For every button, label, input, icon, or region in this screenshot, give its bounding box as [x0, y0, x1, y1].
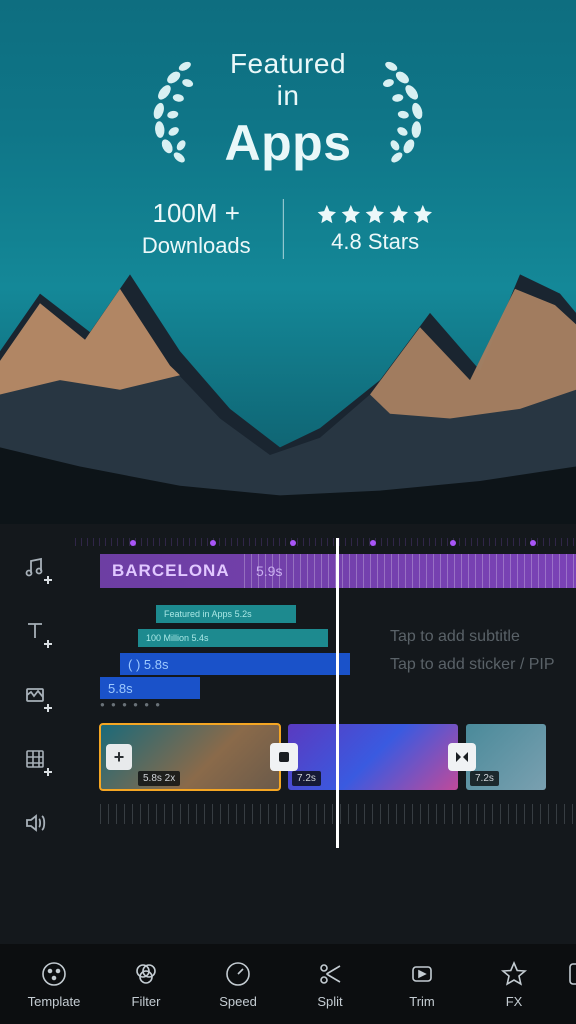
volume-button[interactable]	[20, 808, 50, 838]
more-button[interactable]: D	[560, 960, 576, 1009]
scissors-icon	[316, 960, 344, 988]
filter-button[interactable]: Filter	[100, 960, 192, 1009]
add-overlay-button[interactable]	[20, 744, 50, 774]
sticker-placeholder[interactable]: Tap to add sticker / PIP	[390, 656, 555, 674]
rating-stars	[316, 203, 434, 225]
effect-layer[interactable]: 5.8s	[100, 677, 200, 699]
add-text-button[interactable]	[20, 616, 50, 646]
more-icon	[566, 960, 576, 988]
add-music-button[interactable]	[20, 552, 50, 582]
audio-track-label: BARCELONA	[100, 561, 230, 581]
fx-button[interactable]: FX	[468, 960, 560, 1009]
audio-track-duration: 5.9s	[256, 563, 282, 579]
filter-icon	[132, 960, 160, 988]
template-icon	[40, 960, 68, 988]
laurel-left-icon	[137, 53, 202, 168]
trim-icon	[408, 960, 436, 988]
clip-badge: 5.8s 2x	[138, 771, 180, 786]
tracks-area[interactable]: BARCELONA 5.9s Featured in Apps 5.2s 100…	[70, 524, 576, 944]
template-button[interactable]: Template	[8, 960, 100, 1009]
text-layer[interactable]: Featured in Apps 5.2s	[156, 605, 296, 623]
effect-layer[interactable]: ( ) 5.8s	[120, 653, 350, 675]
speed-icon	[224, 960, 252, 988]
trim-button[interactable]: Trim	[376, 960, 468, 1009]
add-effects-button[interactable]	[20, 680, 50, 710]
text-layer[interactable]: 100 Million 5.4s	[138, 629, 328, 647]
video-preview[interactable]: Featured in Apps 100M + Downloads	[0, 0, 576, 524]
playhead[interactable]	[336, 538, 339, 848]
featured-label: Featured in	[220, 48, 357, 112]
featured-title: Apps	[220, 114, 357, 172]
star-icon	[500, 960, 528, 988]
rating-label: 4.8 Stars	[316, 229, 434, 255]
clip-badge: 7.2s	[470, 771, 499, 786]
video-clip[interactable]: + 5.8s 2x	[100, 724, 280, 790]
timeline-panel: BARCELONA 5.9s Featured in Apps 5.2s 100…	[0, 524, 576, 944]
bottom-toolbar: Template Filter Speed Split Trim FX D	[0, 944, 576, 1024]
subtitle-placeholder[interactable]: Tap to add subtitle	[390, 628, 520, 646]
clip-badge: 7.2s	[292, 771, 321, 786]
video-clip[interactable]: 7.2s	[288, 724, 458, 790]
transition-button[interactable]	[448, 743, 476, 771]
track-collapse-dots[interactable]: ● ● ● ● ● ●	[100, 700, 162, 709]
mountain-scene	[0, 236, 576, 524]
split-button[interactable]: Split	[284, 960, 376, 1009]
video-clip[interactable]: 7.2s	[466, 724, 546, 790]
transition-button[interactable]	[270, 743, 298, 771]
add-clip-button[interactable]: +	[106, 744, 132, 770]
side-toolbar	[0, 524, 70, 944]
featured-badge: Featured in Apps	[137, 48, 440, 172]
stats-row: 100M + Downloads 4.8 Stars	[142, 198, 434, 259]
divider	[283, 199, 285, 259]
downloads-value: 100M +	[142, 198, 251, 229]
speed-button[interactable]: Speed	[192, 960, 284, 1009]
laurel-right-icon	[374, 53, 439, 168]
downloads-label: Downloads	[142, 233, 251, 259]
